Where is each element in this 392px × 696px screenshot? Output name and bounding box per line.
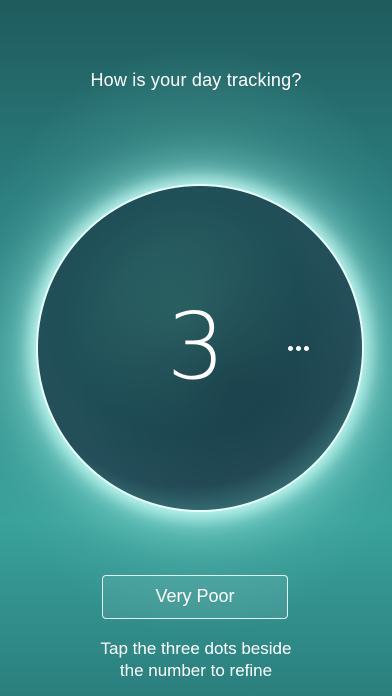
hint-line-2: the number to refine bbox=[119, 661, 273, 680]
hint-text: Tap the three dots beside the number to … bbox=[0, 638, 392, 682]
dot bbox=[287, 345, 293, 351]
score-value: 3 bbox=[166, 293, 226, 400]
more-options-icon[interactable] bbox=[280, 336, 316, 360]
question-heading: How is your day tracking? bbox=[90, 70, 302, 90]
dot bbox=[295, 345, 301, 351]
dot bbox=[303, 345, 309, 351]
hint-line-1: Tap the three dots beside bbox=[100, 639, 292, 658]
rating-label-button[interactable]: Very Poor bbox=[102, 575, 288, 619]
mood-tracker-screen: How is your day tracking? 3 Very Poor Ta… bbox=[0, 0, 392, 696]
